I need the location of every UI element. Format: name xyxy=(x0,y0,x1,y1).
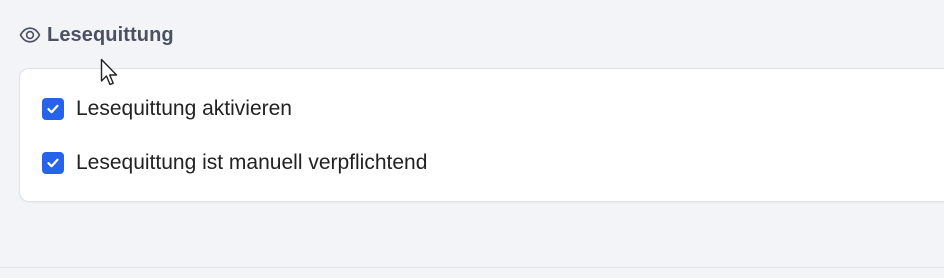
checkmark-icon xyxy=(47,158,59,168)
option-read-receipt-enable[interactable]: Lesequittung aktivieren xyxy=(42,97,292,121)
checkbox-read-receipt-mandatory[interactable] xyxy=(42,152,64,174)
option-label: Lesequittung ist manuell verpflichtend xyxy=(76,151,428,174)
settings-card: Lesequittung aktivieren Lesequittung ist… xyxy=(19,68,944,202)
checkmark-icon xyxy=(47,104,59,114)
eye-icon xyxy=(19,27,41,43)
option-label: Lesequittung aktivieren xyxy=(76,97,292,120)
option-read-receipt-mandatory[interactable]: Lesequittung ist manuell verpflichtend xyxy=(42,151,427,175)
divider xyxy=(0,267,944,268)
mouse-pointer-icon xyxy=(100,58,120,88)
section-title: Lesequittung xyxy=(47,23,174,46)
checkbox-read-receipt-enable[interactable] xyxy=(42,98,64,120)
section-header: Lesequittung xyxy=(19,22,174,48)
